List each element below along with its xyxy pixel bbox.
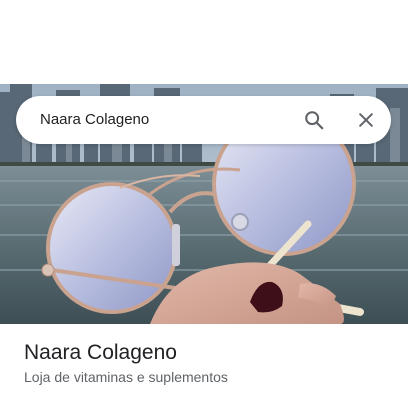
search-bar[interactable]: Naara Colageno <box>16 96 391 144</box>
place-category: Loja de vitaminas e suplementos <box>24 369 228 385</box>
place-name: Naara Colageno <box>24 341 177 364</box>
search-input[interactable]: Naara Colageno <box>40 96 149 144</box>
search-icon[interactable] <box>302 108 326 132</box>
close-icon[interactable] <box>354 108 378 132</box>
